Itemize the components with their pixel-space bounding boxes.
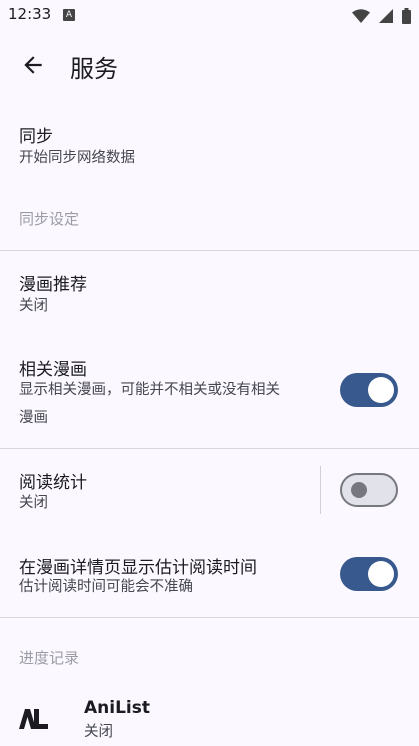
vertical-divider [320,466,321,514]
pref-related-manga[interactable]: 相关漫画 显示相关漫画，可能并不相关或没有相关 漫画 [0,345,419,445]
pref-anilist-title: AniList [84,698,150,718]
pref-reading-time[interactable]: 在漫画详情页显示估计阅读时间 估计阅读时间可能会不准确 [0,540,419,616]
page-title: 服务 [70,55,118,83]
section-header-sync-settings: 同步设定 [19,210,80,228]
switch-thumb [368,377,394,403]
pref-recommendations[interactable]: 漫画推荐 关闭 [0,258,419,338]
status-icons [348,5,411,24]
signal-icon [378,8,393,23]
reading-time-switch[interactable] [340,557,398,591]
wifi-icon [351,8,370,23]
pref-recommendations-summary: 关闭 [19,298,48,314]
switch-thumb [351,482,367,498]
pref-sync-title: 同步 [19,127,53,147]
switch-thumb [368,561,394,587]
notification-a-icon: A [63,9,75,21]
pref-sync[interactable]: 同步 开始同步网络数据 [0,110,419,190]
pref-reading-stats[interactable]: 阅读统计 关闭 [0,456,419,536]
divider [0,250,419,251]
pref-related-summary-line1: 显示相关漫画，可能并不相关或没有相关 [19,382,280,398]
app-bar: 服务 [0,30,419,102]
battery-icon [402,7,411,24]
anilist-logo-icon [19,709,48,729]
pref-related-title: 相关漫画 [19,360,87,380]
divider [0,448,419,449]
pref-stats-summary: 关闭 [19,495,48,511]
pref-stats-title: 阅读统计 [19,473,87,493]
pref-anilist-summary: 关闭 [84,724,113,740]
divider [0,617,419,618]
back-arrow-icon[interactable] [20,52,46,78]
pref-recommendations-title: 漫画推荐 [19,275,87,295]
status-time: 12:33 [8,5,52,23]
status-bar: 12:33 A [0,0,419,30]
pref-related-summary-line2: 漫画 [19,410,48,426]
reading-stats-switch[interactable] [340,473,398,507]
pref-sync-summary: 开始同步网络数据 [19,150,135,166]
related-manga-switch[interactable] [340,373,398,407]
pref-anilist[interactable]: AniList 关闭 [0,690,419,746]
section-header-progress: 进度记录 [19,649,80,667]
pref-reading-time-summary: 估计阅读时间可能会不准确 [19,579,193,595]
